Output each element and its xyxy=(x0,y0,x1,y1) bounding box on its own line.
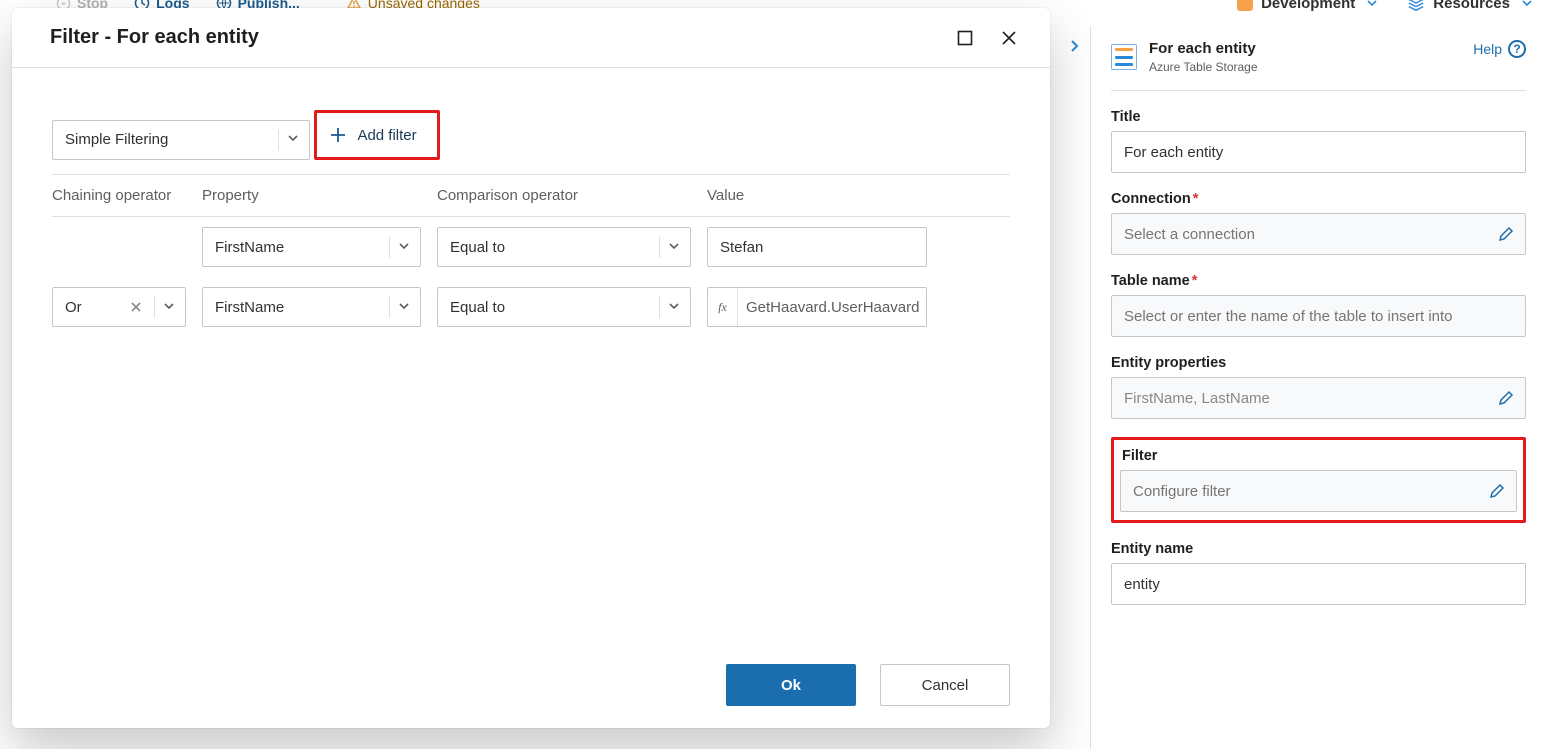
panel-header: For each entity Azure Table Storage Help… xyxy=(1111,40,1526,91)
grid-header: Chaining operator Property Comparison op… xyxy=(52,175,1010,217)
field-entity-properties: Entity properties xyxy=(1111,355,1526,419)
chevron-down-icon xyxy=(398,299,410,316)
header-right: Development Resources xyxy=(1237,0,1532,12)
add-filter-label: Add filter xyxy=(357,127,416,144)
panel-subtitle: Azure Table Storage xyxy=(1149,60,1258,74)
comparison-select[interactable]: Equal to xyxy=(437,227,691,267)
resources-label: Resources xyxy=(1433,0,1510,12)
clear-icon[interactable] xyxy=(128,301,144,313)
caret-down-icon xyxy=(1367,0,1377,12)
help-label: Help xyxy=(1473,41,1502,57)
modal-title: Filter - For each entity xyxy=(50,26,259,49)
filter-grid: Chaining operator Property Comparison op… xyxy=(52,174,1010,337)
table-input[interactable] xyxy=(1111,295,1526,337)
property-value: FirstName xyxy=(215,299,284,316)
pencil-icon[interactable] xyxy=(1496,388,1516,408)
add-filter-highlight: Add filter xyxy=(314,110,439,160)
fx-icon: fx xyxy=(708,288,738,326)
entity-properties-input[interactable] xyxy=(1111,377,1526,419)
required-mark: * xyxy=(1192,273,1198,289)
chevron-down-icon xyxy=(398,239,410,256)
environment-icon xyxy=(1237,0,1253,11)
layers-icon xyxy=(1407,0,1425,12)
connection-input[interactable] xyxy=(1111,213,1526,255)
chain-value: Or xyxy=(65,299,82,316)
pencil-icon[interactable] xyxy=(1496,224,1516,244)
development-label: Development xyxy=(1261,0,1355,12)
table-storage-icon xyxy=(1111,44,1137,70)
expression-text: GetHaavard.UserHaavard xyxy=(738,299,926,316)
value-input[interactable] xyxy=(707,227,927,267)
value-expression[interactable]: fx GetHaavard.UserHaavard xyxy=(707,287,927,327)
filter-row: Or FirstName xyxy=(52,277,1010,337)
col-value: Value xyxy=(707,187,1010,204)
col-chain: Chaining operator xyxy=(52,187,202,204)
ok-button[interactable]: Ok xyxy=(726,664,856,706)
pencil-icon[interactable] xyxy=(1487,481,1507,501)
select-divider xyxy=(278,129,279,151)
title-label: Title xyxy=(1111,109,1526,125)
modal-header: Filter - For each entity xyxy=(12,8,1050,68)
chevron-down-icon xyxy=(668,299,680,316)
properties-panel: For each entity Azure Table Storage Help… xyxy=(1090,26,1544,749)
filter-mode-select[interactable]: Simple Filtering xyxy=(52,120,310,160)
table-label: Table name* xyxy=(1111,273,1526,289)
col-comparison: Comparison operator xyxy=(437,187,707,204)
comparison-select[interactable]: Equal to xyxy=(437,287,691,327)
chevron-down-icon xyxy=(287,131,299,148)
props-label: Entity properties xyxy=(1111,355,1526,371)
panel-collapse-button[interactable] xyxy=(1062,34,1086,58)
cancel-button[interactable]: Cancel xyxy=(880,664,1010,706)
comparison-value: Equal to xyxy=(450,239,505,256)
modal-footer: Ok Cancel xyxy=(12,646,1050,728)
field-connection: Connection* xyxy=(1111,191,1526,255)
filter-label: Filter xyxy=(1122,448,1515,464)
field-title: Title xyxy=(1111,109,1526,173)
comparison-value: Equal to xyxy=(450,299,505,316)
entity-name-input[interactable] xyxy=(1111,563,1526,605)
add-filter-button[interactable]: Add filter xyxy=(321,117,430,153)
entity-name-label: Entity name xyxy=(1111,541,1526,557)
property-select[interactable]: FirstName xyxy=(202,287,421,327)
modal-body: Simple Filtering Add filter Chaining ope… xyxy=(12,68,1050,646)
chevron-down-icon xyxy=(668,239,680,256)
title-input[interactable] xyxy=(1111,131,1526,173)
cancel-label: Cancel xyxy=(922,677,969,694)
development-selector[interactable]: Development xyxy=(1237,0,1377,12)
required-mark: * xyxy=(1193,191,1199,207)
filter-mode-value: Simple Filtering xyxy=(65,131,168,148)
caret-down-icon xyxy=(1522,0,1532,12)
ok-label: Ok xyxy=(781,677,801,694)
col-property: Property xyxy=(202,187,437,204)
filter-input[interactable] xyxy=(1120,470,1517,512)
chevron-down-icon xyxy=(163,299,175,316)
field-entity-name: Entity name xyxy=(1111,541,1526,605)
field-table-name: Table name* xyxy=(1111,273,1526,337)
property-select[interactable]: FirstName xyxy=(202,227,421,267)
resources-selector[interactable]: Resources xyxy=(1407,0,1532,12)
help-link[interactable]: Help ? xyxy=(1473,40,1526,58)
property-value: FirstName xyxy=(215,239,284,256)
connection-label: Connection* xyxy=(1111,191,1526,207)
filter-field-highlight: Filter xyxy=(1111,437,1526,523)
close-button[interactable] xyxy=(998,27,1020,49)
maximize-button[interactable] xyxy=(954,27,976,49)
help-icon: ? xyxy=(1508,40,1526,58)
filter-modal: Filter - For each entity Simple Filterin… xyxy=(12,8,1050,728)
panel-title: For each entity xyxy=(1149,40,1258,58)
chain-operator-select[interactable]: Or xyxy=(52,287,186,327)
filter-row: FirstName Equal to xyxy=(52,217,1010,277)
plus-icon xyxy=(329,126,347,144)
